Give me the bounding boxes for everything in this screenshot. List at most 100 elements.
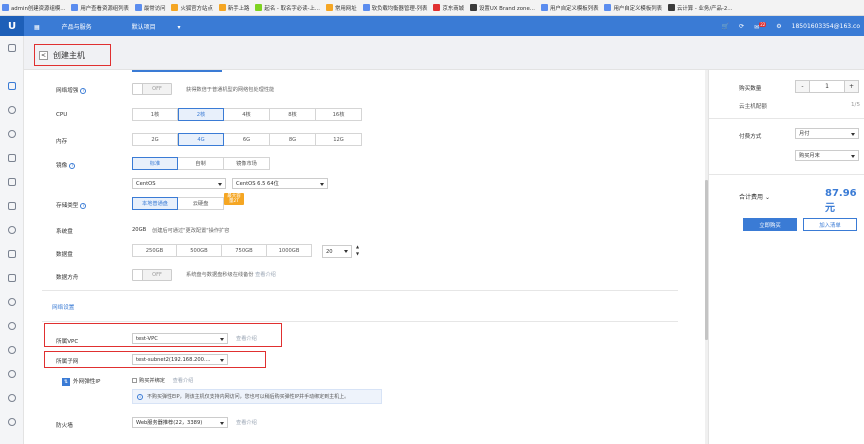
memory-option[interactable]: 8G — [270, 133, 316, 146]
network-boost-toggle[interactable]: OFF — [132, 83, 172, 95]
qty-value[interactable]: 1 — [810, 81, 844, 92]
document-icon[interactable] — [0, 194, 24, 218]
memory-option[interactable]: 12G — [316, 133, 362, 146]
image-tab[interactable]: 自制 — [178, 157, 224, 170]
bookmark-item[interactable]: 用户查看资源组列表 — [71, 4, 129, 12]
cpu-option[interactable]: 4核 — [224, 108, 270, 121]
monitor-icon[interactable] — [0, 36, 24, 60]
firewall-link[interactable]: 查看介绍 — [236, 419, 257, 426]
image-tab[interactable]: 镜像市场 — [224, 157, 270, 170]
bookmark-label: 火狐官方站点 — [180, 5, 213, 12]
memory-option[interactable]: 6G — [224, 133, 270, 146]
gear-icon[interactable] — [0, 410, 24, 434]
pay-period-select[interactable]: 购买月末 — [795, 150, 859, 161]
vpc-link[interactable]: 查看介绍 — [236, 335, 257, 342]
bookmark-item[interactable]: 设置UX Brand zone... — [470, 4, 535, 12]
storage-option[interactable]: 云硬盘 — [178, 197, 224, 210]
disk-stepper[interactable]: ▲ ▼ — [356, 243, 359, 257]
sun-icon[interactable] — [0, 338, 24, 362]
minus-button[interactable]: - — [796, 81, 810, 92]
os-select[interactable]: CentOS — [132, 178, 226, 189]
disk-icon[interactable] — [0, 242, 24, 266]
storage-label: 存储类型? — [56, 202, 87, 209]
cpu-option[interactable]: 16核 — [316, 108, 362, 121]
back-button[interactable]: < — [39, 50, 48, 60]
bookmark-item[interactable]: 火狐官方站点 — [171, 4, 213, 12]
firewall-select[interactable]: Web服务器推荐(22，3389) — [132, 417, 228, 428]
bookmark-item[interactable]: 用户自定义模板列表 — [540, 4, 599, 12]
os-version-select[interactable]: CentOS 6.5 64位 — [232, 178, 328, 189]
bookmark-item[interactable]: 软负载均衡器管理-列表 — [362, 4, 427, 12]
bookmark-icon — [668, 4, 675, 11]
host-quota-label: 云主机配额 — [739, 104, 767, 110]
qty-stepper[interactable]: - 1 + — [795, 80, 859, 93]
data-protect-toggle[interactable]: OFF — [132, 269, 172, 281]
memory-option[interactable]: 4G — [178, 133, 224, 146]
page-title: 创建主机 — [53, 50, 85, 60]
shield-icon[interactable] — [0, 218, 24, 242]
help-icon[interactable]: ? — [80, 202, 87, 209]
user-account[interactable]: 18501603354@163.co — [792, 23, 860, 30]
eip-link[interactable]: 查看介绍 — [173, 378, 194, 384]
project-select[interactable]: 默认项目 ▾ — [132, 22, 201, 31]
storage-option[interactable]: 本地普通盘 — [132, 197, 178, 210]
data-disk-input[interactable]: 20 — [322, 245, 352, 258]
disk-size-tick[interactable]: 250GB — [132, 244, 177, 257]
products-menu[interactable]: ▦ 产品与服务 — [34, 22, 112, 31]
memory-option[interactable]: 2G — [132, 133, 178, 146]
mail-icon[interactable]: ✉22 — [754, 21, 767, 31]
network-boost-note: 获得数倍于普通机型的网络包处理性能 — [186, 87, 275, 93]
security-icon[interactable] — [0, 290, 24, 314]
system-disk-label: 系统盘 — [56, 229, 73, 235]
subnet-select[interactable]: test-subnet2(192.168.200.... — [132, 354, 228, 365]
vpc-select[interactable]: test-VPC — [132, 333, 228, 344]
pay-select[interactable]: 月付 — [795, 128, 859, 139]
bookmark-item[interactable]: 用户自定义模板列表 — [604, 4, 662, 12]
image-tabs: 标准 自制 镜像市场 — [132, 157, 270, 170]
image-tab[interactable]: 标准 — [132, 157, 178, 170]
help-icon[interactable]: ? — [69, 162, 76, 169]
bookmark-label: 起名 - 取名字必读-上... — [264, 5, 321, 12]
bookmark-item[interactable]: 常用网址 — [326, 4, 357, 12]
bookmark-label: 新手上路 — [227, 5, 250, 12]
buy-now-button[interactable]: 立即购买 — [743, 218, 797, 231]
bookmark-item[interactable]: admin创建资源组模... — [2, 4, 65, 12]
bookmark-item[interactable]: 新手上路 — [218, 4, 250, 12]
cpu-option[interactable]: 2核 — [178, 108, 224, 121]
order-panel: 购买数量 - 1 + 云主机配额 1/5 付费方式 月付 购买月末 合计费用 ⌄… — [708, 70, 864, 444]
refresh-icon[interactable]: ⟳ — [739, 23, 744, 30]
network-section-title: 网络设置 — [52, 305, 75, 311]
settings-icon[interactable]: ⚙ — [776, 23, 781, 30]
bookmark-item[interactable]: 云计算 - 业务/产品-2... — [668, 4, 732, 12]
network-icon[interactable] — [0, 98, 24, 122]
disk-size-tick[interactable]: 500GB — [177, 244, 222, 257]
disk-size-tick[interactable]: 1000GB — [267, 244, 312, 257]
database-icon[interactable] — [0, 122, 24, 146]
cpu-option[interactable]: 8核 — [270, 108, 316, 121]
cart-icon[interactable]: 🛒 — [722, 23, 729, 30]
title-highlight: < 创建主机 — [34, 44, 111, 66]
network-boost-label: 网络增强? — [56, 87, 87, 94]
protect-icon[interactable] — [0, 314, 24, 338]
logo[interactable]: U — [0, 16, 24, 36]
bookmark-item[interactable]: 京东商城 — [433, 4, 464, 12]
subnet-label: 所属子网 — [56, 359, 79, 365]
pay-label: 付费方式 — [739, 134, 762, 140]
image-icon[interactable] — [0, 170, 24, 194]
eip-checkbox[interactable]: 购买并绑定 查看介绍 — [132, 377, 193, 384]
host-icon[interactable] — [0, 74, 24, 98]
block-icon[interactable] — [0, 362, 24, 386]
bookmark-item[interactable]: 起名 - 取名字必读-上... — [255, 4, 320, 12]
data-protect-link[interactable]: 查看介绍 — [255, 272, 276, 278]
plus-button[interactable]: + — [844, 81, 858, 92]
help-icon[interactable]: ? — [80, 87, 87, 94]
layers-icon[interactable] — [0, 266, 24, 290]
bookmark-label: 用户自定义模板列表 — [549, 5, 599, 12]
data-disk-slider[interactable]: 250GB 500GB 750GB 1000GB — [132, 244, 312, 257]
cpu-option[interactable]: 1核 — [132, 108, 178, 121]
disk-size-tick[interactable]: 750GB — [222, 244, 267, 257]
storage-icon[interactable] — [0, 146, 24, 170]
add-to-list-button[interactable]: 加入清单 — [803, 218, 857, 231]
bookmark-item[interactable]: 最常访问 — [134, 4, 165, 12]
cloud-icon[interactable] — [0, 386, 24, 410]
